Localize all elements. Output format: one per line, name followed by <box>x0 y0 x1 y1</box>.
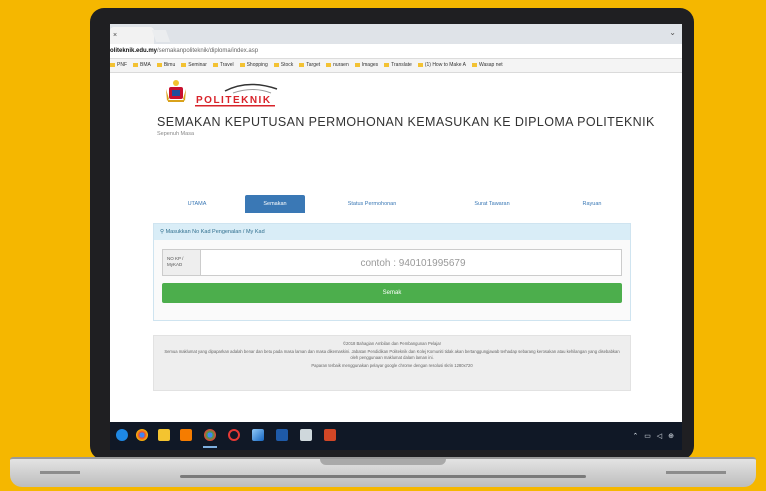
bookmark-label: (1) How to Make A <box>424 62 466 68</box>
bookmark-item[interactable]: Wasap net <box>471 59 503 72</box>
bookmark-item[interactable]: Stock <box>273 59 294 72</box>
system-tray[interactable]: ⌃ ▭ ◁ ⊕ <box>632 432 676 440</box>
bookmark-item[interactable]: BMA <box>133 59 151 72</box>
panel-heading-text: Masukkan No Kad Pengenalan / My Kad <box>165 229 265 235</box>
browser-tabstrip: × ⌄ <box>110 24 682 44</box>
close-tab-icon[interactable]: × <box>113 32 117 39</box>
tab-semakan[interactable]: Semakan <box>245 195 305 213</box>
coat-of-arms-icon <box>166 80 186 102</box>
page-title: SEMAKAN KEPUTUSAN PERMOHONAN KEMASUKAN K… <box>157 115 655 129</box>
opera-icon[interactable] <box>228 429 240 441</box>
bookmark-label: Images <box>361 62 379 68</box>
tab-utama[interactable]: UTAMA <box>157 195 237 213</box>
webpage: POLITEKNIK SEMAKAN KEPUTUSAN PERMOHONAN … <box>110 73 682 419</box>
url-domain: oliteknik.edu.my <box>110 48 158 54</box>
panel-heading: ⚲ Masukkan No Kad Pengenalan / My Kad <box>154 224 630 240</box>
bookmark-label: nuraen <box>333 62 349 68</box>
chrome-icon[interactable] <box>136 429 148 441</box>
logo-text: POLITEKNIK <box>196 95 272 106</box>
bookmark-label: Bimu <box>163 62 176 68</box>
folder-icon <box>273 62 279 67</box>
politeknik-logo: POLITEKNIK <box>195 83 278 107</box>
folder-icon <box>299 62 305 67</box>
folder-icon <box>384 62 390 67</box>
paint-icon[interactable] <box>252 429 264 441</box>
bookmark-item[interactable]: Travel <box>212 59 234 72</box>
folder-icon <box>417 62 423 67</box>
addon-line2: MyKAD <box>167 262 183 267</box>
laptop-edge-right <box>666 471 726 474</box>
tab-rayuan[interactable]: Rayuan <box>557 195 627 213</box>
edge-icon[interactable] <box>116 429 128 441</box>
store-icon[interactable] <box>180 429 192 441</box>
search-panel: ⚲ Masukkan No Kad Pengenalan / My Kad NO… <box>153 223 631 321</box>
folder-icon <box>471 62 477 67</box>
new-tab-button[interactable] <box>151 30 171 42</box>
bookmark-item[interactable]: Seminar <box>181 59 207 72</box>
bookmark-label: Wasap net <box>478 62 503 68</box>
bookmark-item[interactable]: Target <box>299 59 320 72</box>
nav-tabs: UTAMA Semakan Status Permohonan Surat Ta… <box>157 195 633 213</box>
folder-icon <box>212 62 218 67</box>
bookmark-label: Seminar <box>188 62 207 68</box>
laptop-edge-left <box>40 471 80 474</box>
semak-button[interactable]: Semak <box>162 283 622 303</box>
browser-tab[interactable]: × <box>110 27 154 44</box>
windows-taskbar: ⌃ ▭ ◁ ⊕ <box>110 422 682 450</box>
bookmark-item[interactable]: (1) How to Make A <box>417 59 466 72</box>
url-path: /semakanpoliteknik/diploma/index.asp <box>157 48 259 54</box>
folder-icon <box>133 62 138 67</box>
folder-icon <box>110 62 115 67</box>
tab-status-permohonan[interactable]: Status Permohonan <box>327 195 417 213</box>
folder-icon <box>354 62 360 67</box>
active-indicator <box>203 446 217 448</box>
laptop-notch <box>320 459 446 465</box>
bookmark-label: BMA <box>140 62 151 68</box>
bookmark-label: Translate <box>391 62 412 68</box>
page-header: POLITEKNIK SEMAKAN KEPUTUSAN PERMOHONAN … <box>153 73 654 189</box>
bookmark-item[interactable]: PNF <box>110 59 127 72</box>
folder-icon <box>181 62 187 67</box>
footer-copyright: ©2018 Bahagian Ambilan dan Pembangunan P… <box>342 341 442 346</box>
ic-number-input[interactable] <box>201 250 625 277</box>
bookmark-label: Travel <box>219 62 234 68</box>
folder-icon <box>326 62 332 67</box>
folder-icon <box>156 62 162 67</box>
bookmarks-bar: PNF BMA Bimu Seminar Travel Shopping Stock Targ… <box>110 59 682 73</box>
window-controls[interactable]: ⌄ <box>669 28 676 37</box>
bookmark-item[interactable]: Shopping <box>239 59 268 72</box>
bookmark-label: Target <box>306 62 321 68</box>
address-bar[interactable]: oliteknik.edu.my/semakanpoliteknik/diplo… <box>110 44 682 59</box>
page-footer: ©2018 Bahagian Ambilan dan Pembangunan P… <box>153 335 631 391</box>
laptop-base <box>10 457 756 487</box>
tab-surat-tawaran[interactable]: Surat Tawaran <box>447 195 537 213</box>
bookmark-label: PNF <box>117 62 127 68</box>
bookmark-item[interactable]: Translate <box>384 59 412 72</box>
bookmark-item[interactable]: nuraen <box>326 59 349 72</box>
chrome-active-icon[interactable] <box>204 429 216 441</box>
bookmark-label: Shopping <box>246 62 268 68</box>
page-subtitle: Sepenuh Masa <box>157 131 194 137</box>
photos-icon[interactable] <box>300 429 312 441</box>
bookmark-item[interactable]: Images <box>354 59 379 72</box>
laptop-groove <box>180 475 586 478</box>
bookmark-label: Stock <box>280 62 294 68</box>
powerpoint-icon[interactable] <box>324 429 336 441</box>
footer-disclaimer: Semua maklumat yang dipaparkan adalah be… <box>164 349 620 360</box>
word-icon[interactable] <box>276 429 288 441</box>
bookmark-item[interactable]: Bimu <box>156 59 176 72</box>
laptop-screen: × ⌄ oliteknik.edu.my/semakanpoliteknik/d… <box>110 24 682 450</box>
ic-addon-label: NO KP / MyKAD <box>163 250 201 275</box>
folder-icon <box>239 62 245 67</box>
explorer-icon[interactable] <box>158 429 170 441</box>
ic-input-group: NO KP / MyKAD <box>162 249 625 277</box>
footer-browser-note: Paparan terbaik menggunakan pelayar goog… <box>311 363 473 369</box>
